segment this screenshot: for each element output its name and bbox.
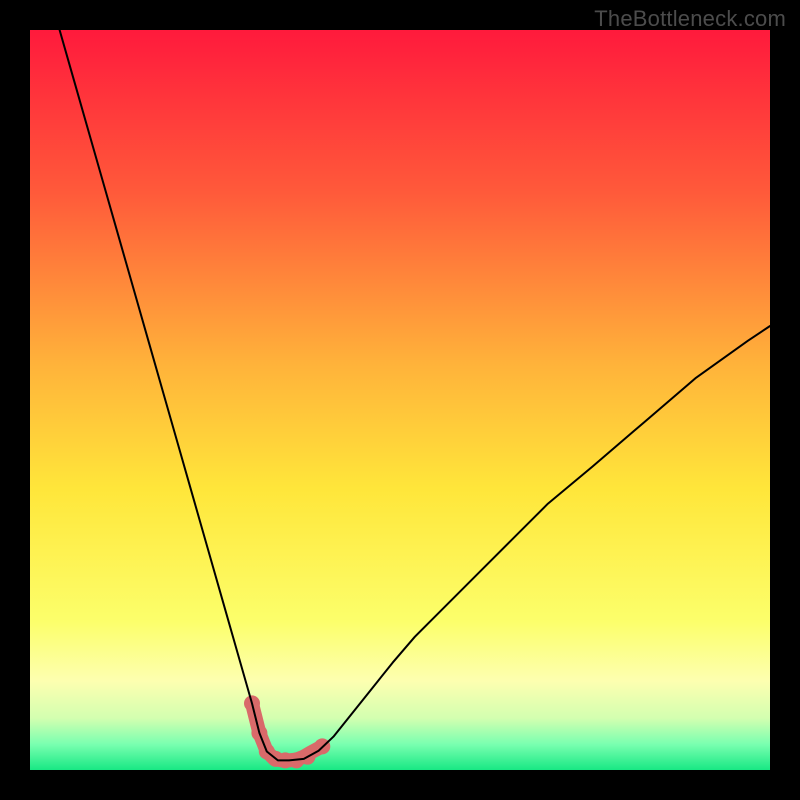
chart-background [30, 30, 770, 770]
chart-frame: TheBottleneck.com [0, 0, 800, 800]
plot-area [30, 30, 770, 770]
chart-svg [30, 30, 770, 770]
watermark-label: TheBottleneck.com [594, 6, 786, 32]
